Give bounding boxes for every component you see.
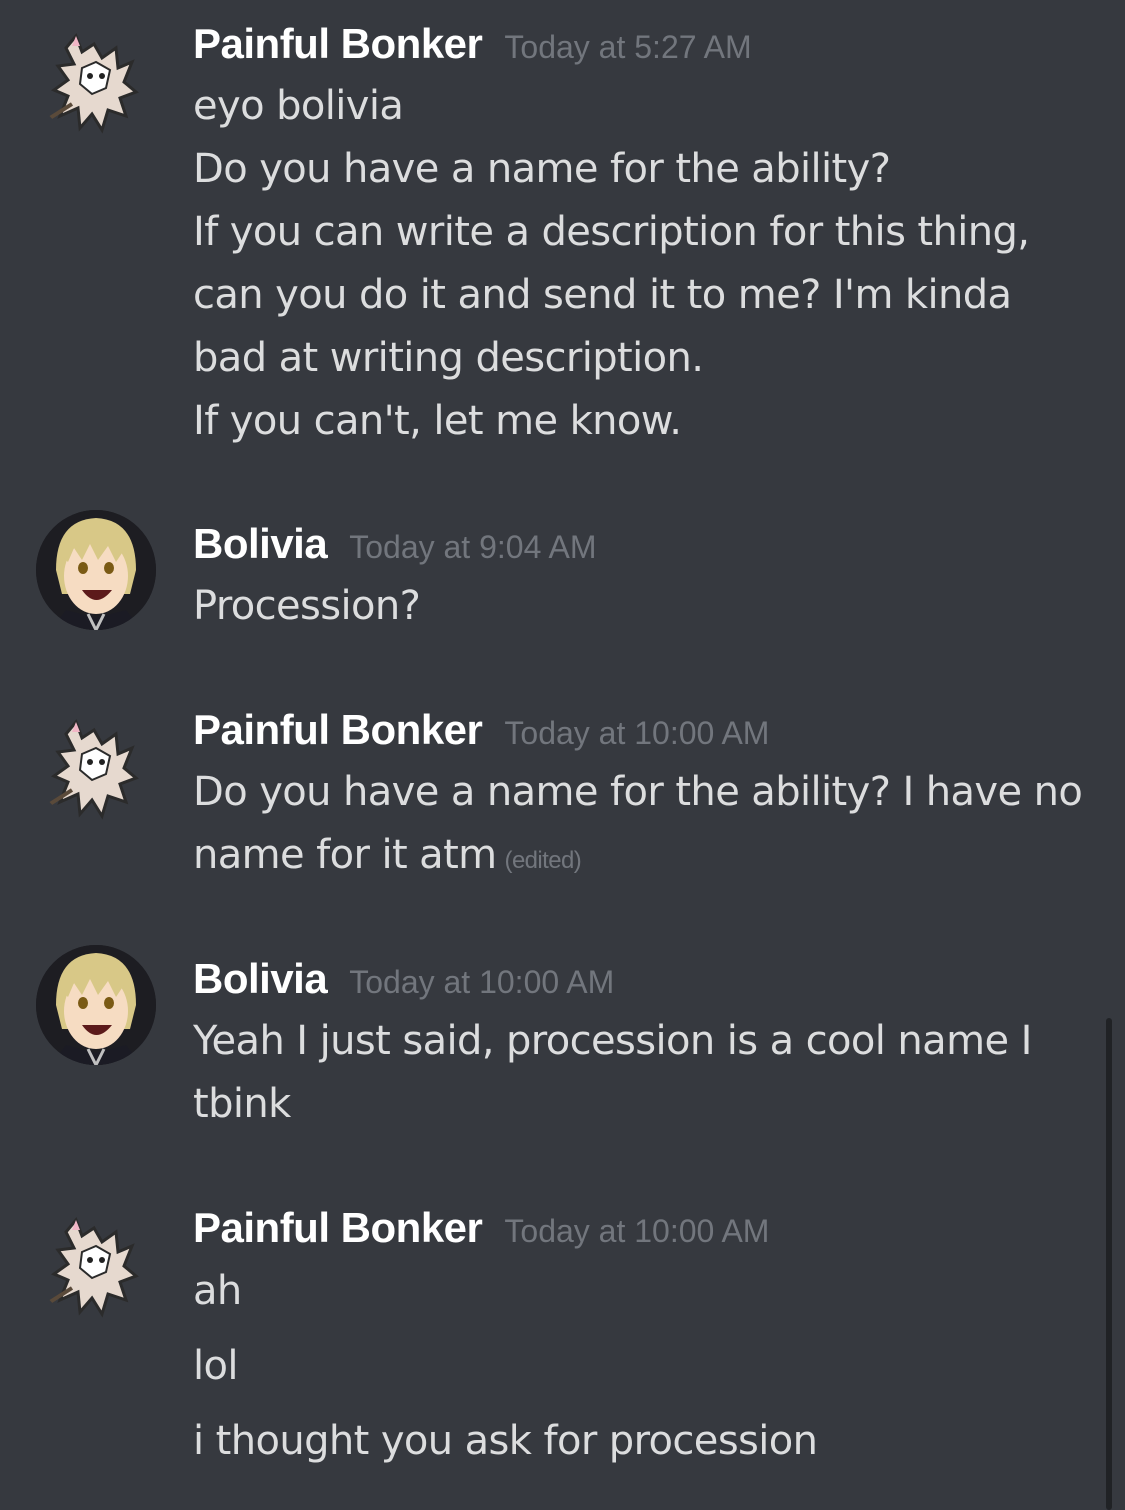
message-line: Do you have a name for the ability? I ha… [193,769,1083,815]
timestamp[interactable]: Today at 10:00 AM [349,964,614,1000]
timestamp[interactable]: Today at 5:27 AM [504,29,751,65]
avatar-painful-bonker[interactable] [36,1202,156,1322]
username[interactable]: Painful Bonker [193,20,483,67]
message-header: Painful Bonker Today at 5:27 AM [193,20,752,68]
avatar-bolivia[interactable] [36,510,156,630]
message-line: lol [193,1343,239,1389]
message-group: Painful Bonker Today at 10:00 AM ah lol i… [0,1184,1100,1484]
username[interactable]: Painful Bonker [193,706,483,753]
timestamp[interactable]: Today at 10:00 AM [504,715,769,751]
timestamp[interactable]: Today at 9:04 AM [349,529,596,565]
message-header: Painful Bonker Today at 10:00 AM [193,1204,769,1252]
message-line: Procession? [193,583,421,629]
message-content: eyo bolivia Do you have a name for the a… [193,75,1093,453]
white-wolf-avatar-icon [48,33,139,134]
message-line: If you can't, let me know. [193,398,682,444]
message-line: i thought you ask for procession [193,1418,818,1464]
message-line: Do you have a name for the ability? [193,146,891,192]
username[interactable]: Bolivia [193,955,328,1002]
message-line: eyo bolivia [193,83,404,129]
message-header: Painful Bonker Today at 10:00 AM [193,706,769,754]
avatar-painful-bonker[interactable] [36,704,156,824]
message-group: Bolivia Today at 10:00 AM Yeah I just sai… [0,935,1100,1155]
message-content: Do you have a name for the ability? I ha… [193,761,1093,892]
message-group: Painful Bonker Today at 10:00 AM Do you h… [0,686,1100,906]
message-text: name for it atm [193,832,497,878]
timestamp[interactable]: Today at 10:00 AM [504,1213,769,1249]
message-header: Bolivia Today at 9:04 AM [193,520,596,568]
message-header: Bolivia Today at 10:00 AM [193,955,614,1003]
message-content: Procession? [193,575,1093,638]
message-line: ah [193,1268,242,1314]
message-line: Yeah I just said, procession is a cool n… [193,1018,1032,1064]
white-wolf-avatar-icon [48,1217,139,1318]
avatar-bolivia[interactable] [36,945,156,1065]
message-line-with-edited: name for it atm (edited) [193,824,1093,892]
message-group: Painful Bonker Today at 5:27 AM eyo boliv… [0,0,1100,470]
message-content: ah lol i thought you ask for procession [193,1254,1093,1479]
username[interactable]: Painful Bonker [193,1204,483,1251]
edited-label[interactable]: (edited) [505,847,582,874]
avatar-painful-bonker[interactable] [36,18,156,138]
blond-anime-boy-avatar-icon [36,945,156,1065]
message-line: can you do it and send it to me? I'm kin… [193,272,1012,318]
white-wolf-avatar-icon [48,719,139,820]
message-group: Bolivia Today at 9:04 AM Procession? [0,500,1100,660]
message-line: tbink [193,1081,291,1127]
username[interactable]: Bolivia [193,520,328,567]
scrollbar[interactable] [1106,1018,1112,1510]
message-content: Yeah I just said, procession is a cool n… [193,1010,1093,1136]
message-line: If you can write a description for this … [193,209,1030,255]
message-line: bad at writing description. [193,335,704,381]
chat-messages: Painful Bonker Today at 5:27 AM eyo boliv… [0,0,1125,1510]
blond-anime-boy-avatar-icon [36,510,156,630]
